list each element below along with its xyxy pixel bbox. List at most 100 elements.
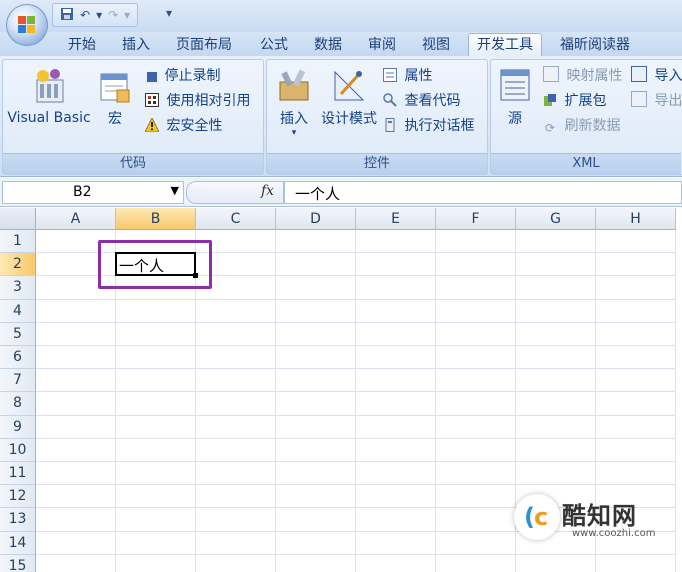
row-header-13[interactable]: 13 — [0, 508, 36, 532]
expansion-pack-label: 扩展包 — [564, 93, 607, 109]
design-mode-button[interactable]: 设计模式 — [317, 66, 381, 128]
properties-label: 属性 — [404, 68, 433, 84]
formula-input-value: 一个人 — [295, 185, 341, 203]
gridline-vertical — [275, 230, 276, 572]
relative-reference-button[interactable]: 使用相对引用 — [145, 90, 250, 112]
watermark-logo-icon: (c — [514, 494, 560, 540]
macro-icon — [100, 73, 130, 103]
row-header-11[interactable]: 11 — [0, 462, 36, 486]
row-header-1[interactable]: 1 — [0, 230, 36, 254]
column-header-e[interactable]: E — [356, 208, 436, 230]
column-header-a[interactable]: A — [36, 208, 116, 230]
source-label: 源 — [508, 111, 522, 127]
select-all-corner[interactable] — [0, 208, 36, 230]
row-header-4[interactable]: 4 — [0, 299, 36, 323]
watermark: (c 酷知网 www.coozhi.com — [512, 488, 682, 554]
stop-recording-button[interactable]: 停止录制 — [145, 65, 220, 87]
row-header-10[interactable]: 10 — [0, 438, 36, 462]
redo-icon[interactable]: ↷ — [108, 8, 118, 22]
tab-developer[interactable]: 开发工具 — [468, 33, 542, 56]
column-header-b[interactable]: B — [116, 208, 196, 230]
row-header-2[interactable]: 2 — [0, 253, 36, 277]
warning-icon — [145, 118, 159, 132]
row-header-6[interactable]: 6 — [0, 346, 36, 370]
name-box-dropdown-icon[interactable]: ▼ — [171, 184, 179, 197]
formula-input[interactable]: 一个人 — [284, 181, 682, 204]
tab-insert[interactable]: 插入 — [114, 34, 158, 56]
expansion-pack-icon — [544, 94, 556, 106]
refresh-data-button[interactable]: ⟳ 刷新数据 — [543, 115, 620, 137]
tab-page-layout[interactable]: 页面布局 — [168, 34, 240, 56]
relative-reference-icon — [145, 93, 159, 107]
import-label: 导入 — [654, 68, 682, 84]
customize-qat-icon[interactable]: ▾ — [166, 6, 172, 20]
insert-control-button[interactable]: 插入 ▾ — [271, 66, 317, 138]
row-header-8[interactable]: 8 — [0, 392, 36, 416]
insert-function-icon[interactable]: fx — [261, 183, 274, 199]
save-icon[interactable] — [60, 7, 74, 24]
expansion-pack-button[interactable]: 扩展包 — [543, 90, 606, 112]
tab-home[interactable]: 开始 — [60, 34, 104, 56]
tab-foxit-reader[interactable]: 福昕阅读器 — [552, 34, 638, 56]
name-box[interactable]: B2 ▼ — [2, 181, 184, 204]
row-header-12[interactable]: 12 — [0, 485, 36, 509]
refresh-icon: ⟳ — [544, 121, 556, 135]
view-code-button[interactable]: 查看代码 — [383, 90, 460, 112]
xml-source-icon — [500, 69, 530, 101]
tab-view[interactable]: 视图 — [414, 34, 458, 56]
run-dialog-button[interactable]: 执行对话框 — [383, 115, 474, 137]
column-header-g[interactable]: G — [516, 208, 596, 230]
visual-basic-label: Visual Basic — [7, 110, 91, 126]
column-header-c[interactable]: C — [196, 208, 276, 230]
visual-basic-icon — [36, 69, 64, 103]
column-header-h[interactable]: H — [596, 208, 676, 230]
insert-control-label: 插入 — [280, 111, 308, 127]
export-button[interactable]: 导出 — [631, 90, 682, 112]
tab-review[interactable]: 审阅 — [360, 34, 404, 56]
column-header-d[interactable]: D — [276, 208, 356, 230]
watermark-brand: 酷知网 — [562, 502, 637, 530]
annotation-highlight-box — [98, 240, 212, 290]
tab-formulas[interactable]: 公式 — [252, 34, 296, 56]
gridline-horizontal — [36, 484, 676, 486]
run-dialog-label: 执行对话框 — [404, 118, 475, 134]
undo-icon[interactable]: ↶ — [80, 8, 90, 22]
export-label: 导出 — [654, 93, 682, 109]
redo-dropdown-icon[interactable]: ▾ — [124, 8, 130, 22]
gridline-horizontal — [36, 461, 676, 462]
relative-reference-label: 使用相对引用 — [166, 93, 251, 109]
import-button[interactable]: 导入 — [631, 65, 682, 87]
run-dialog-icon — [385, 118, 395, 132]
tab-data[interactable]: 数据 — [306, 34, 350, 56]
row-header-15[interactable]: 15 — [0, 554, 36, 572]
undo-dropdown-icon[interactable]: ▾ — [96, 8, 102, 22]
watermark-url: www.coozhi.com — [572, 528, 656, 539]
code-group-label: 代码 — [3, 153, 263, 174]
row-header-9[interactable]: 9 — [0, 415, 36, 439]
properties-icon — [383, 68, 397, 82]
office-button[interactable] — [6, 4, 48, 46]
xml-group-label: XML — [491, 153, 681, 174]
row-header-14[interactable]: 14 — [0, 531, 36, 555]
macro-button[interactable]: 宏 — [95, 72, 135, 128]
refresh-data-label: 刷新数据 — [564, 118, 621, 134]
name-box-value: B2 — [73, 184, 92, 200]
column-header-f[interactable]: F — [436, 208, 516, 230]
gridline-horizontal — [36, 298, 676, 300]
import-icon — [631, 66, 647, 82]
row-header-7[interactable]: 7 — [0, 369, 36, 393]
design-mode-icon — [334, 70, 365, 101]
insert-dropdown-icon: ▾ — [291, 128, 297, 138]
gridline-horizontal — [36, 391, 676, 393]
properties-button[interactable]: 属性 — [383, 65, 432, 87]
ribbon: Visual Basic 宏 停止录制 使用相对引用 宏安全性 代码 插入 ▾ … — [0, 56, 682, 177]
map-properties-button[interactable]: 映射属性 — [543, 65, 622, 87]
view-code-label: 查看代码 — [404, 93, 461, 109]
macro-security-button[interactable]: 宏安全性 — [145, 115, 222, 137]
source-button[interactable]: 源 — [495, 66, 535, 128]
view-code-icon — [383, 93, 397, 107]
row-header-5[interactable]: 5 — [0, 322, 36, 346]
controls-group-label: 控件 — [267, 153, 487, 174]
row-header-3[interactable]: 3 — [0, 276, 36, 300]
visual-basic-button[interactable]: Visual Basic — [7, 66, 91, 126]
